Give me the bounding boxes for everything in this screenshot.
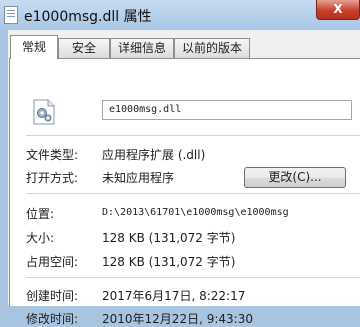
general-panel: e1000msg.dll 文件类型: 应用程序扩展 (.dll) 打开方式: 未… — [9, 58, 360, 326]
tab-general[interactable]: 常规 — [10, 35, 58, 59]
divider — [26, 277, 360, 279]
size-on-disk-value: 128 KB (131,072 字节) — [102, 255, 236, 269]
window-title: e1000msg.dll 属性 — [24, 9, 152, 25]
size-on-disk-label: 占用空间: — [26, 255, 79, 269]
document-icon — [4, 6, 18, 24]
divider — [26, 135, 360, 137]
modified-label: 修改时间: — [26, 312, 79, 326]
tab-security[interactable]: 安全 — [58, 38, 110, 58]
close-button[interactable]: X — [316, 0, 360, 20]
created-value: 2017年6月17日, 8:22:17 — [102, 289, 246, 303]
dll-settings-file-icon — [33, 99, 55, 125]
location-label: 位置: — [26, 207, 55, 221]
change-button[interactable]: 更改(C)... — [244, 167, 346, 188]
tab-previous-versions[interactable]: 以前的版本 — [174, 38, 250, 58]
filename-field[interactable]: e1000msg.dll — [102, 100, 352, 120]
modified-value: 2010年12月22日, 9:43:30 — [102, 312, 253, 326]
file-type-value: 应用程序扩展 (.dll) — [102, 148, 206, 162]
created-label: 创建时间: — [26, 289, 79, 303]
tab-details[interactable]: 详细信息 — [110, 38, 174, 58]
dialog-body: 常规 安全 详细信息 以前的版本 e1000msg.dll 文件类型: 应用程序… — [8, 30, 360, 326]
opens-with-value: 未知应用程序 — [102, 171, 175, 185]
size-value: 128 KB (131,072 字节) — [102, 231, 236, 245]
location-value: D:\2013\61701\e1000msg\e1000msg — [102, 207, 289, 218]
title-bar: e1000msg.dll 属性 X — [0, 0, 360, 30]
file-type-label: 文件类型: — [26, 148, 79, 162]
divider — [26, 193, 360, 195]
opens-with-label: 打开方式: — [26, 171, 79, 185]
size-label: 大小: — [26, 231, 55, 245]
